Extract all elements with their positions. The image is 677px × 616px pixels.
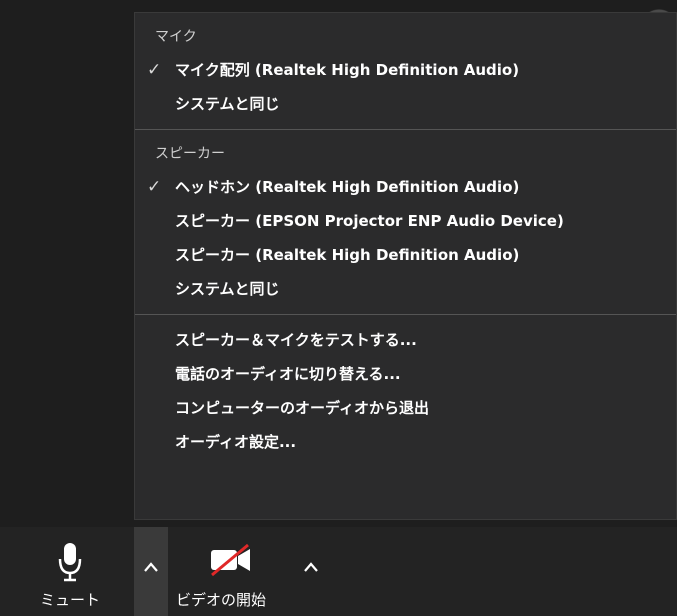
microphone-icon [58, 543, 82, 582]
checkmark-icon: ✓ [147, 60, 162, 80]
microphone-section-header: マイク [155, 29, 197, 45]
video-options-caret-button[interactable] [294, 527, 328, 616]
menu-divider [135, 129, 676, 130]
chevron-up-icon [304, 562, 318, 572]
microphone-option-same-as-system[interactable]: システムと同じ [135, 87, 676, 121]
microphone-option-realtek-array[interactable]: ✓ マイク配列 (Realtek High Definition Audio) [135, 53, 676, 87]
meeting-toolbar: ミュート ビデオの開始 [0, 527, 677, 616]
menu-item-label: マイク配列 (Realtek High Definition Audio) [175, 61, 520, 79]
audio-options-caret-button[interactable] [134, 527, 168, 616]
mute-button[interactable]: ミュート [22, 527, 118, 616]
speaker-section-header: スピーカー [155, 146, 225, 162]
menu-item-label: ヘッドホン (Realtek High Definition Audio) [175, 178, 520, 196]
menu-divider [135, 314, 676, 315]
menu-item-label: 電話のオーディオに切り替える... [175, 365, 401, 383]
menu-item-label: スピーカー (EPSON Projector ENP Audio Device) [175, 212, 564, 230]
chevron-up-icon [144, 562, 158, 572]
menu-item-label: コンピューターのオーディオから退出 [175, 399, 429, 417]
switch-to-phone-audio-item[interactable]: 電話のオーディオに切り替える... [135, 357, 676, 391]
menu-item-label: オーディオ設定... [175, 433, 297, 451]
speaker-option-same-as-system[interactable]: システムと同じ [135, 272, 676, 306]
mute-button-label: ミュート [39, 591, 100, 609]
speaker-option-realtek-speakers[interactable]: スピーカー (Realtek High Definition Audio) [135, 238, 676, 272]
leave-computer-audio-item[interactable]: コンピューターのオーディオから退出 [135, 391, 676, 425]
audio-actions-section: スピーカー＆マイクをテストする... 電話のオーディオに切り替える... コンピ… [135, 323, 676, 459]
speaker-option-realtek-headphones[interactable]: ✓ ヘッドホン (Realtek High Definition Audio) [135, 170, 676, 204]
menu-item-label: スピーカー＆マイクをテストする... [175, 331, 417, 349]
checkmark-icon: ✓ [147, 177, 162, 197]
microphone-section: マイク ✓ マイク配列 (Realtek High Definition Aud… [135, 13, 676, 121]
speaker-option-epson-projector[interactable]: スピーカー (EPSON Projector ENP Audio Device) [135, 204, 676, 238]
start-video-button[interactable]: ビデオの開始 [172, 527, 290, 616]
audio-settings-item[interactable]: オーディオ設定... [135, 425, 676, 459]
video-camera-off-icon [211, 543, 250, 577]
start-video-button-label: ビデオの開始 [176, 591, 267, 609]
audio-options-menu: マイク ✓ マイク配列 (Realtek High Definition Aud… [134, 12, 677, 520]
speaker-section: スピーカー ✓ ヘッドホン (Realtek High Definition A… [135, 138, 676, 306]
menu-item-label: スピーカー (Realtek High Definition Audio) [175, 246, 520, 264]
test-speaker-and-mic-item[interactable]: スピーカー＆マイクをテストする... [135, 323, 676, 357]
menu-item-label: システムと同じ [175, 95, 280, 113]
menu-item-label: システムと同じ [175, 280, 280, 298]
